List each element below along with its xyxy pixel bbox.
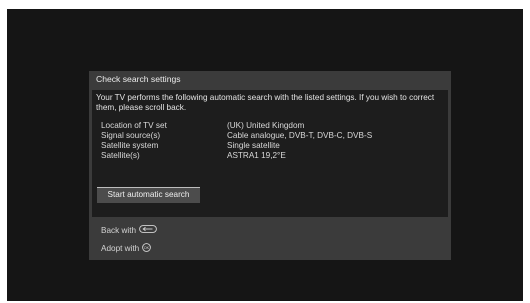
setting-label: Satellite(s): [101, 151, 140, 160]
dialog-title: Check search settings: [96, 74, 181, 84]
setting-label: Location of TV set: [101, 121, 167, 130]
ok-key-icon[interactable]: OK: [142, 243, 152, 255]
setting-value: (UK) United Kingdom: [227, 121, 305, 130]
search-settings-dialog: Check search settings Your TV performs t…: [89, 71, 451, 260]
dialog-content: Your TV performs the following automatic…: [92, 90, 448, 217]
back-hint: Back with: [101, 225, 157, 236]
svg-text:OK: OK: [144, 246, 150, 250]
setting-value: ASTRA1 19,2°E: [227, 151, 286, 160]
adopt-hint-label: Adopt with: [101, 244, 140, 253]
start-automatic-search-button[interactable]: Start automatic search: [97, 187, 200, 203]
back-hint-label: Back with: [101, 225, 137, 235]
setting-row-location: Location of TV set (UK) United Kingdom: [101, 121, 372, 131]
setting-value: Cable analogue, DVB-T, DVB-C, DVB-S: [227, 131, 373, 140]
setting-row-satellites: Satellite(s) ASTRA1 19,2°E: [101, 151, 372, 161]
setting-row-signal-source: Signal source(s) Cable analogue, DVB-T, …: [101, 131, 372, 141]
back-key-icon[interactable]: [139, 225, 157, 236]
setting-value: Single satellite: [227, 141, 280, 150]
setting-label: Satellite system: [101, 141, 159, 150]
adopt-hint: Adopt with OK: [101, 243, 152, 255]
settings-list: Location of TV set (UK) United Kingdom S…: [101, 121, 372, 161]
setting-label: Signal source(s): [101, 131, 161, 140]
intro-text: Your TV performs the following automatic…: [96, 93, 435, 113]
setting-row-satellite-system: Satellite system Single satellite: [101, 141, 372, 151]
tv-screen: Check search settings Your TV performs t…: [7, 9, 523, 301]
